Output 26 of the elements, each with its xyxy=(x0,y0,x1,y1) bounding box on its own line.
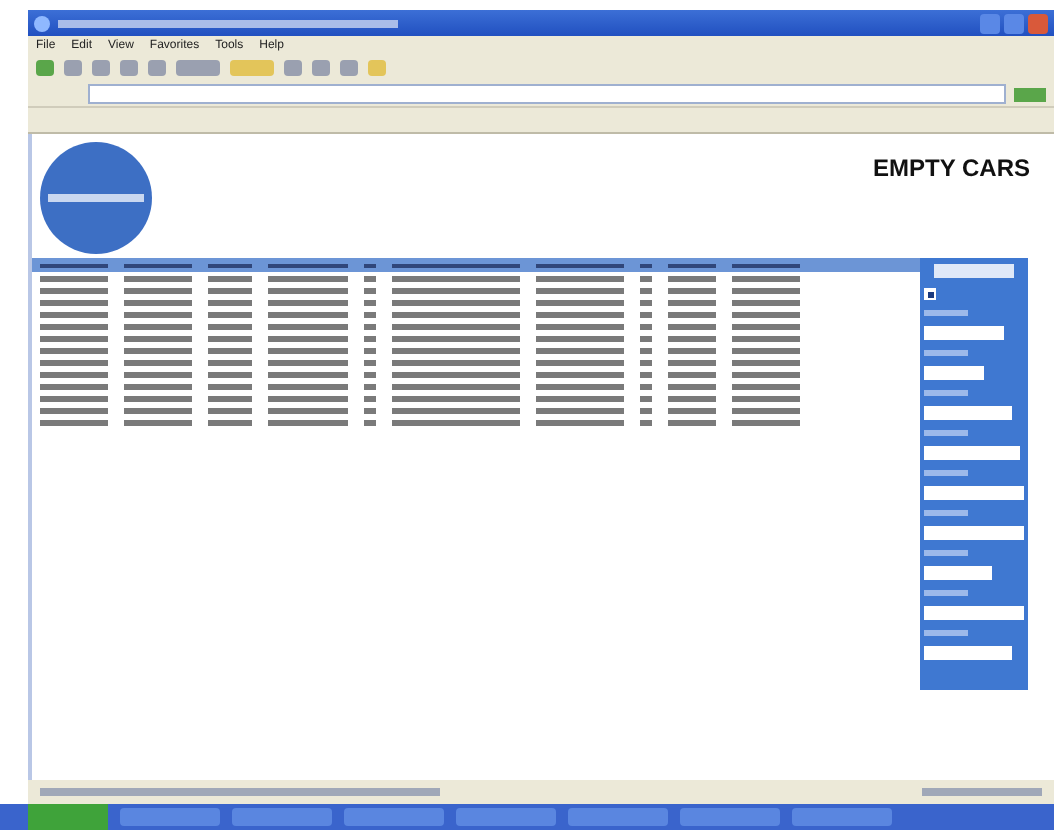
dropdown-field[interactable] xyxy=(924,566,992,580)
panel-button[interactable] xyxy=(934,264,1014,278)
taskbar-button[interactable] xyxy=(680,808,780,826)
dropdown-field[interactable] xyxy=(924,446,1020,460)
address-field[interactable] xyxy=(88,84,1006,104)
browser-icon xyxy=(34,15,50,31)
dropdown-field[interactable] xyxy=(924,646,1012,660)
checkbox[interactable] xyxy=(924,288,936,300)
go-button[interactable] xyxy=(1014,87,1046,101)
minimize-button[interactable] xyxy=(980,13,1000,33)
taskbar-button[interactable] xyxy=(232,808,332,826)
dropdown-field[interactable] xyxy=(924,526,1024,540)
dropdown-field[interactable] xyxy=(924,406,1012,420)
dropdown-field[interactable] xyxy=(924,606,1024,620)
dropdown-field[interactable] xyxy=(924,366,984,380)
start-button[interactable] xyxy=(28,804,108,830)
page-heading: EMPTY CARS xyxy=(873,152,1030,186)
dropdown-field[interactable] xyxy=(924,326,1004,340)
taskbar-button[interactable] xyxy=(344,808,444,826)
taskbar-button[interactable] xyxy=(792,808,892,826)
taskbar-button[interactable] xyxy=(456,808,556,826)
taskbar-button[interactable] xyxy=(120,808,220,826)
maximize-button[interactable] xyxy=(1004,13,1024,33)
close-button[interactable] xyxy=(1028,13,1048,33)
taskbar-button[interactable] xyxy=(568,808,668,826)
dropdown-field[interactable] xyxy=(924,486,1024,500)
